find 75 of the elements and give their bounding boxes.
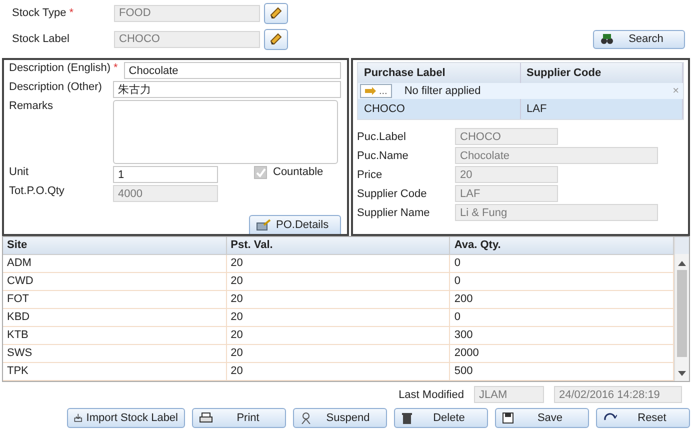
table-cell: 20 [226,273,450,290]
arrow-icon [365,87,377,95]
modified-time-field[interactable]: 24/02/2016 14:28:19 [554,386,682,403]
delete-button[interactable]: Delete [394,408,488,428]
reset-button[interactable]: Reset [596,408,690,428]
field-label: Description (Other) [9,81,102,93]
filter-button[interactable]: ... [360,84,392,98]
printer-icon [199,412,213,424]
column-header[interactable]: Site [3,237,227,254]
table-cell: CWD [3,273,227,290]
suspend-button[interactable]: Suspend [293,408,387,428]
table-cell: FOT [3,291,227,308]
field-label: Stock Type [12,7,66,19]
modified-by-field[interactable]: JLAM [474,386,544,403]
column-header[interactable]: Pst. Val. [226,237,450,254]
po-details-button[interactable]: PO.Details [249,215,341,234]
table-cell: 20 [226,345,450,362]
search-button[interactable]: Search [593,30,685,48]
field-label: Unit [9,166,30,178]
save-button[interactable]: Save [495,408,589,428]
field-label: Tot.P.O.Qty [9,185,66,197]
lookup-button[interactable] [264,28,288,50]
stock-label-field[interactable]: CHOCO [114,30,260,48]
pencil-icon [269,32,283,46]
import-button[interactable]: Import Stock Label [67,408,185,428]
grid-row[interactable]: CHOCO LAF [358,99,683,119]
filter-status: No filter applied [404,85,482,97]
binoculars-icon [600,33,614,45]
figure-icon [300,412,312,424]
table-cell: KTB [3,327,227,344]
text-field[interactable]: Chocolate [124,62,341,79]
remarks-field[interactable] [113,100,338,164]
import-icon [74,412,82,424]
detail-field[interactable]: LAF [455,185,558,202]
list-icon [256,219,272,231]
required-mark: * [69,7,74,19]
lookup-button[interactable] [264,2,288,24]
table-cell: 20 [226,291,450,308]
detail-field[interactable]: CHOCO [455,128,558,145]
field-label: Price [357,168,384,180]
scrollbar-thumb[interactable] [677,270,687,357]
table-cell: 20 [226,327,450,344]
scroll-down-icon[interactable] [678,371,686,377]
field-label: Last Modified [398,388,464,400]
table-cell: KBD [3,309,227,326]
text-field[interactable]: 朱古力 [113,81,341,98]
table-cell: 20 [226,309,450,326]
field-label: Remarks [9,100,54,112]
field-label: Puc.Name [357,150,410,162]
detail-field[interactable]: Li & Fung [455,204,658,221]
field-label: Supplier Code [357,188,428,200]
field-label: Supplier Name [357,206,431,218]
table-cell: TPK [3,363,227,380]
checkbox-label: Countable [273,166,324,178]
field-label: Description (English) [9,62,110,74]
print-button[interactable]: Print [192,408,286,428]
required-mark: * [113,62,118,74]
grid-cell: LAF [520,99,683,119]
stock-type-field[interactable]: FOOD [114,4,260,22]
scrollbar[interactable] [674,237,689,381]
total-po-qty-field[interactable]: 4000 [113,185,218,202]
field-label: Stock Label [12,33,70,45]
pencil-icon [269,6,283,20]
detail-field[interactable]: Chocolate [455,147,658,164]
table-cell: 20 [226,255,450,272]
detail-field[interactable]: 20 [455,166,558,183]
table-cell: 20 [226,363,450,380]
scroll-up-icon[interactable] [678,260,686,266]
field-label: Puc.Label [357,130,407,142]
header-corner [675,237,689,254]
grid-cell: CHOCO [358,99,520,119]
table-cell: SWS [3,345,227,362]
table-cell: ADM [3,255,227,272]
unit-field[interactable]: 1 [113,166,218,183]
trash-icon [401,412,413,424]
